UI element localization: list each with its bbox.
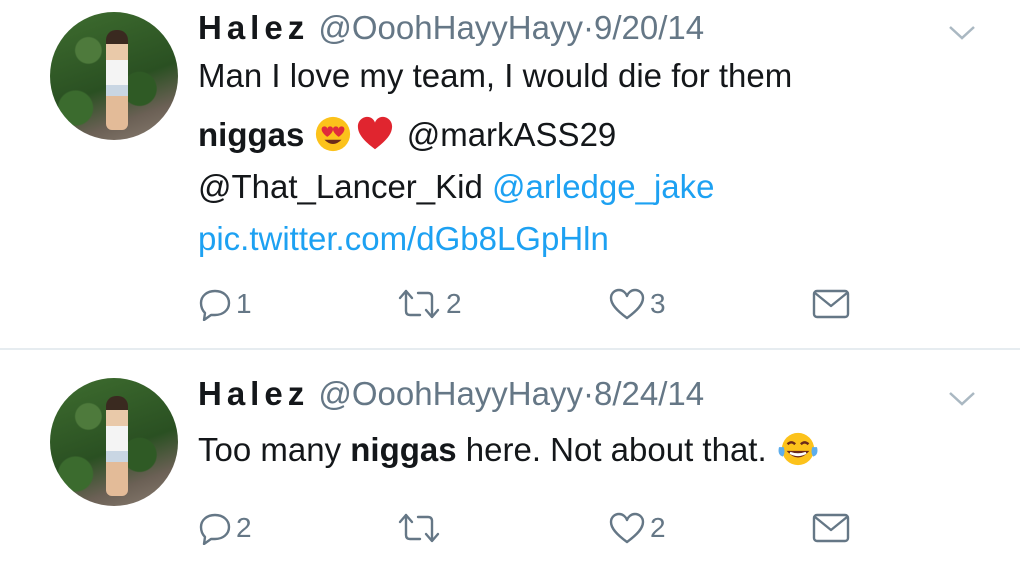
reply-count: 1 — [236, 288, 252, 319]
direct-message-button[interactable] — [812, 284, 850, 324]
tweet-date[interactable]: 8/24/14 — [594, 375, 704, 412]
separator: · — [583, 375, 594, 412]
tweet-line: pic.twitter.com/dGb8LGpHln — [198, 213, 792, 265]
display-name[interactable]: Halez — [198, 9, 309, 46]
bold-word: niggas — [350, 431, 457, 468]
reply-icon — [199, 513, 231, 545]
handle[interactable]: @OoohHayyHayy — [318, 375, 583, 412]
envelope-icon — [812, 513, 850, 543]
tweet-header: Halez @OoohHayyHayy·8/24/14 — [198, 374, 704, 414]
retweet-icon — [398, 289, 440, 319]
tweet-line-text: Too many — [198, 431, 351, 468]
mention[interactable]: @That_Lancer_Kid — [198, 168, 483, 205]
tweet-line: Man I love my team, I would die for them — [198, 50, 792, 102]
tweet-date[interactable]: 9/20/14 — [594, 9, 704, 46]
retweet-button[interactable] — [396, 508, 446, 548]
retweet-count: 2 — [446, 288, 462, 319]
tweet-line: @That_Lancer_Kid @arledge_jake — [198, 161, 792, 213]
mention-link[interactable]: @arledge_jake — [492, 168, 714, 205]
handle[interactable]: @OoohHayyHayy — [318, 9, 583, 46]
direct-message-button[interactable] — [812, 508, 850, 548]
chevron-down-icon[interactable] — [948, 22, 976, 42]
chevron-down-icon[interactable] — [948, 388, 976, 408]
avatar-figure — [106, 30, 128, 130]
retweet-button[interactable]: 2 — [396, 284, 462, 324]
avatar[interactable] — [50, 378, 178, 506]
tweet-line: Too many niggas here. Not about that. — [198, 424, 824, 476]
heart-icon — [609, 512, 645, 544]
like-button[interactable]: 2 — [608, 508, 666, 548]
reply-button[interactable]: 1 — [198, 284, 252, 324]
tweet-text: Too many niggas here. Not about that. — [198, 424, 824, 476]
retweet-icon — [398, 513, 440, 543]
tweet-actions: 1 2 3 — [198, 284, 878, 324]
tears-of-joy-emoji — [778, 432, 818, 466]
avatar[interactable] — [50, 12, 178, 140]
mention[interactable]: @markASS29 — [407, 116, 617, 153]
tweet[interactable]: Halez @OoohHayyHayy·8/24/14 Too many nig… — [0, 350, 1020, 574]
heart-eyes-emoji — [315, 116, 350, 152]
tweet[interactable]: Halez @OoohHayyHayy·9/20/14 Man I love m… — [0, 0, 1020, 349]
separator: · — [583, 9, 594, 46]
tweet-line-text: here. Not about that. — [456, 431, 776, 468]
like-count: 3 — [650, 288, 666, 319]
reply-icon — [199, 289, 231, 321]
envelope-icon — [812, 289, 850, 319]
avatar-figure — [106, 396, 128, 496]
pic-link[interactable]: pic.twitter.com/dGb8LGpHln — [198, 220, 609, 257]
tweet-line-text: Man I love my team, I would die for them — [198, 57, 793, 94]
bold-word: niggas — [198, 116, 305, 153]
tweet-header: Halez @OoohHayyHayy·9/20/14 — [198, 8, 704, 48]
reply-button[interactable]: 2 — [198, 508, 252, 548]
display-name[interactable]: Halez — [198, 375, 309, 412]
tweet-line: niggas @markASS29 — [198, 109, 792, 161]
reply-count: 2 — [236, 512, 252, 543]
tweet-actions: 2 2 — [198, 508, 878, 548]
red-heart-emoji — [357, 116, 392, 150]
heart-icon — [609, 288, 645, 320]
like-count: 2 — [650, 512, 666, 543]
like-button[interactable]: 3 — [608, 284, 666, 324]
tweet-text: Man I love my team, I would die for them… — [198, 50, 792, 265]
